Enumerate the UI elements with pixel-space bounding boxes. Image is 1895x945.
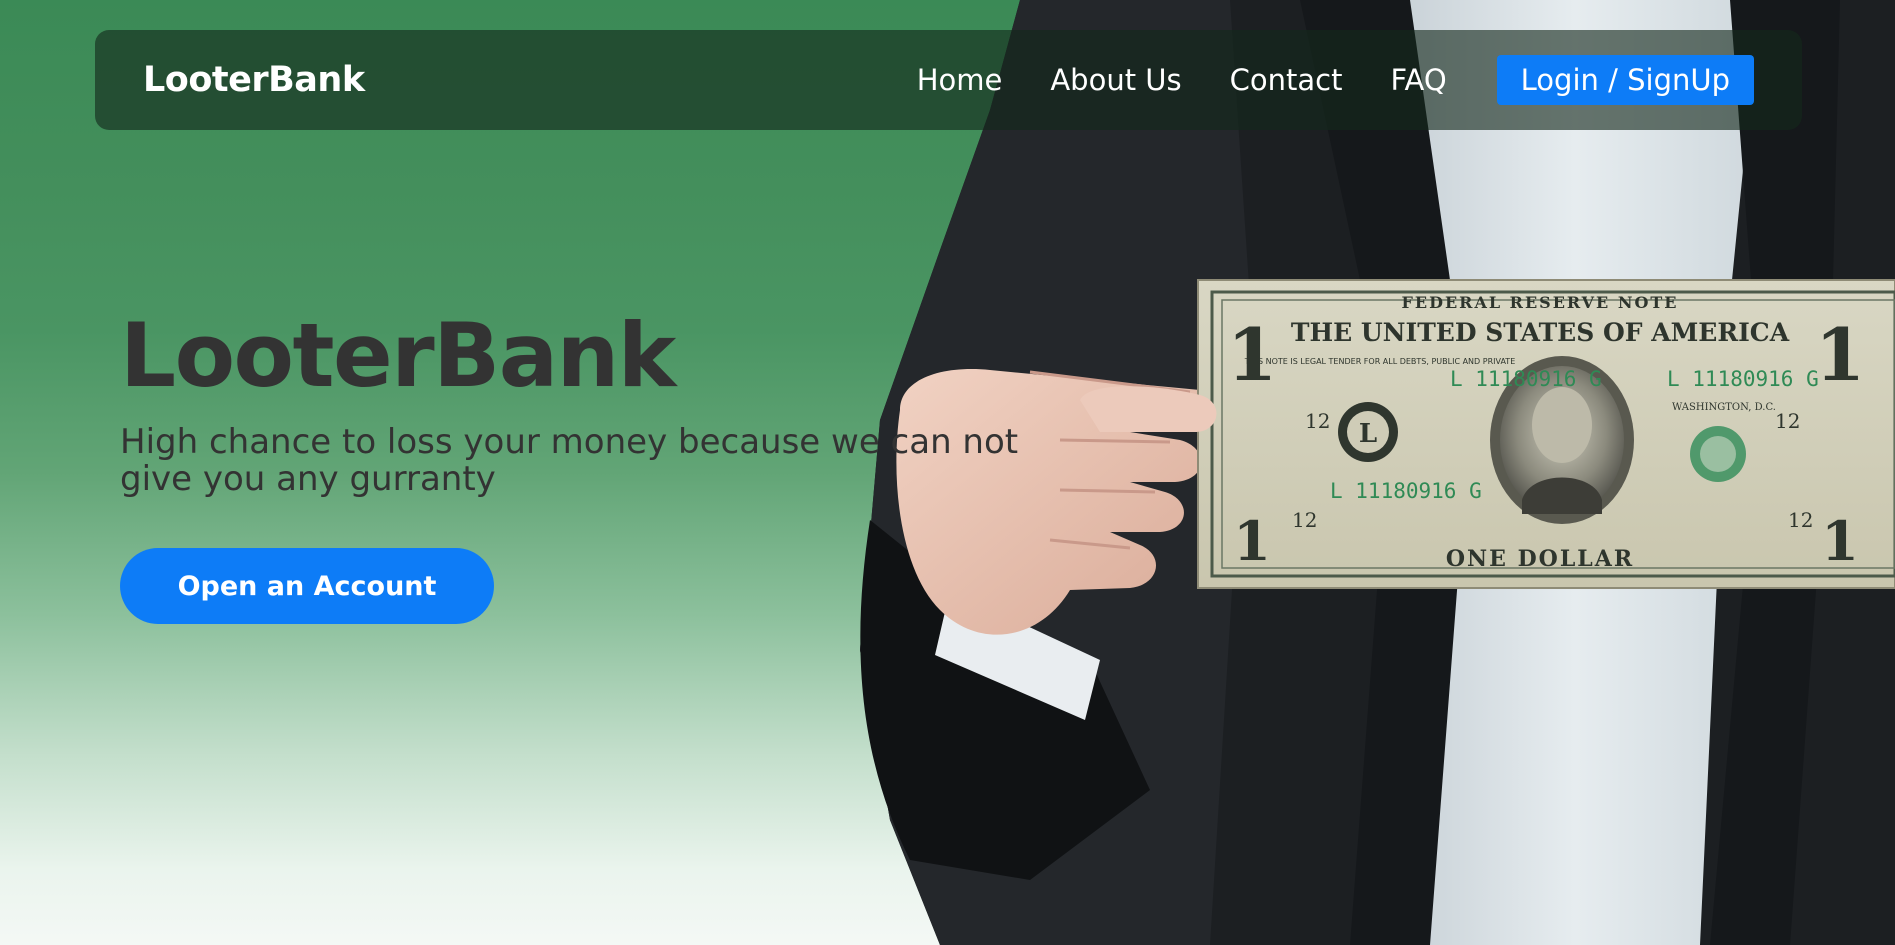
note-district-3: 12 [1292,508,1317,532]
note-header: FEDERAL RESERVE NOTE [1402,293,1679,312]
note-district-letter: L [1359,419,1377,449]
login-signup-button[interactable]: Login / SignUp [1496,55,1754,105]
nav-links: Home About Us Contact FAQ Login / SignUp [917,55,1754,105]
note-serial-1: L 11180916 G [1450,367,1602,391]
landing-page: FEDERAL RESERVE NOTE THE UNITED STATES O… [0,0,1895,945]
note-district-2: 12 [1775,409,1800,433]
note-corner-br: 1 [1821,509,1859,573]
note-serial-2: L 11180916 G [1330,479,1482,503]
hero-subtitle: High chance to loss your money because w… [120,422,1019,500]
open-account-button[interactable]: Open an Account [120,548,494,625]
top-navbar: LooterBank Home About Us Contact FAQ Log… [95,30,1802,130]
note-district-1: 12 [1305,409,1330,433]
nav-link-about-us[interactable]: About Us [1050,63,1181,97]
hero-title: LooterBank [120,304,676,407]
hero-section: LooterBank High chance to loss your mone… [120,304,1020,625]
note-district-4: 12 [1788,508,1813,532]
note-city: WASHINGTON, D.C. [1672,402,1776,413]
note-country: THE UNITED STATES OF AMERICA [1291,318,1790,347]
dollar-bill: FEDERAL RESERVE NOTE THE UNITED STATES O… [1197,279,1895,589]
nav-link-home[interactable]: Home [917,63,1003,97]
note-corner-tl: 1 [1227,312,1277,397]
nav-link-faq[interactable]: FAQ [1390,63,1446,97]
note-denomination: ONE DOLLAR [1446,546,1634,572]
brand-logo[interactable]: LooterBank [143,60,365,100]
note-corner-bl: 1 [1233,509,1271,573]
note-legal: THIS NOTE IS LEGAL TENDER FOR ALL DEBTS,… [1244,357,1516,366]
nav-link-contact[interactable]: Contact [1230,63,1343,97]
note-corner-tr: 1 [1815,312,1865,397]
note-serial-3: L 11180916 G [1667,367,1819,391]
